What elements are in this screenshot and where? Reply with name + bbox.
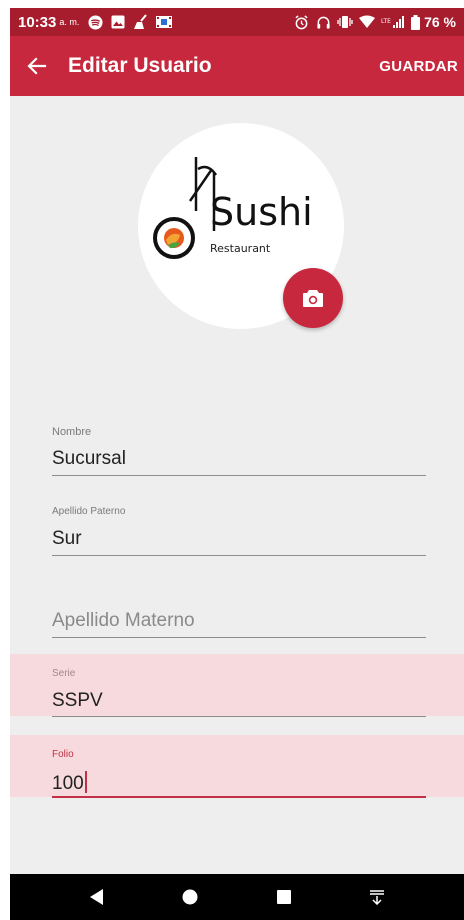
headset-icon [315, 14, 331, 30]
battery-percent: 76 % [424, 14, 456, 30]
nombre-label: Nombre [52, 426, 92, 438]
status-bar: 10:33 a. m. LTE 76 % [10, 8, 464, 36]
home-circle-icon [182, 889, 198, 905]
logo-text: Sushi [210, 190, 313, 234]
folio-underline [52, 796, 426, 798]
serie-underline-wrap [10, 716, 464, 718]
apellido-paterno-label: Apellido Paterno [52, 506, 126, 517]
broom-icon [133, 14, 149, 30]
folio-field[interactable]: Folio 100 [10, 735, 464, 797]
arrow-back-icon [27, 57, 47, 75]
apellido-materno-placeholder: Apellido Materno [52, 610, 195, 631]
apellido-paterno-field[interactable]: Apellido Paterno Sur [10, 500, 464, 564]
text-cursor [84, 771, 87, 793]
system-nav-bar [10, 874, 464, 920]
nav-notifications-button[interactable] [357, 877, 397, 917]
status-time: 10:33 [18, 13, 57, 31]
apellido-materno-field[interactable]: Apellido Materno [10, 582, 464, 646]
nombre-underline [52, 475, 426, 476]
back-button[interactable] [10, 36, 64, 96]
wifi-icon [359, 14, 376, 30]
folio-label: Folio [52, 749, 74, 760]
status-ampm: a. m. [59, 17, 80, 27]
battery-icon [411, 14, 421, 30]
serie-label: Serie [52, 668, 76, 679]
phone-screen: 10:33 a. m. LTE 76 % Editar Usuario GUAR… [10, 8, 464, 920]
recents-square-icon [276, 890, 291, 904]
notifications-down-icon [370, 890, 385, 905]
image-icon [110, 14, 126, 30]
vibrate-icon [337, 14, 353, 30]
save-button[interactable]: GUARDAR [379, 50, 458, 83]
nav-home-button[interactable] [170, 877, 210, 917]
folio-underline-wrap [10, 796, 464, 798]
svg-text:LTE: LTE [381, 18, 391, 25]
apellido-paterno-value[interactable]: Sur [52, 528, 82, 550]
back-triangle-icon [89, 889, 103, 905]
lte-signal-icon: LTE [381, 14, 405, 30]
film-icon [156, 14, 173, 30]
page-title: Editar Usuario [68, 54, 212, 77]
nombre-value[interactable]: Sucursal [52, 448, 126, 470]
folio-value[interactable]: 100 [52, 771, 87, 795]
alarm-icon [293, 14, 309, 30]
nav-back-button[interactable] [77, 877, 117, 917]
nombre-field[interactable]: Nombre Sucursal [10, 420, 464, 484]
nav-recents-button[interactable] [264, 877, 304, 917]
camera-icon [303, 290, 323, 307]
serie-underline [52, 716, 426, 717]
folio-value-text: 100 [52, 773, 84, 794]
change-photo-button[interactable] [283, 268, 343, 328]
spotify-icon [87, 14, 103, 30]
serie-value[interactable]: SSPV [52, 690, 103, 712]
status-right-group: LTE 76 % [293, 14, 456, 30]
serie-field[interactable]: Serie SSPV [10, 654, 464, 716]
apellido-paterno-underline [52, 555, 426, 556]
apellido-materno-underline [52, 637, 426, 638]
app-bar: Editar Usuario GUARDAR [10, 36, 464, 96]
logo-subtext: Restaurant [210, 242, 271, 255]
